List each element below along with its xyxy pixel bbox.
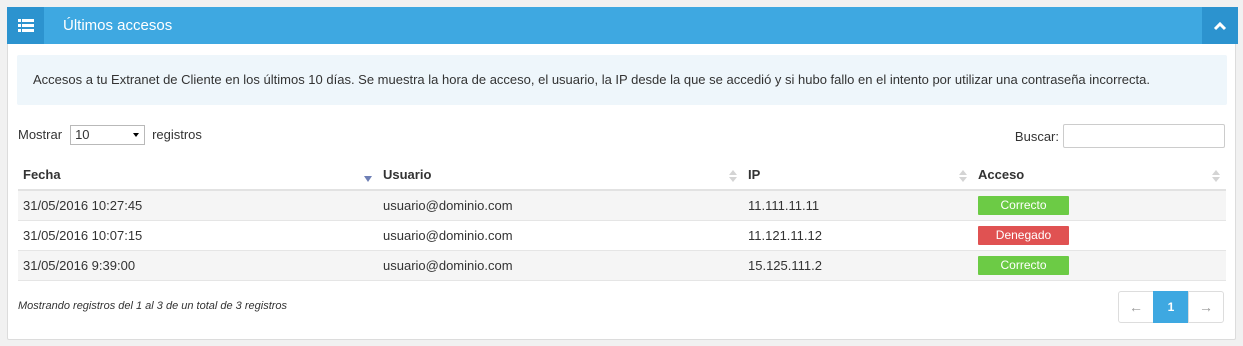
column-header-ip[interactable]: IP: [743, 160, 973, 191]
cell-ip: 15.125.111.2: [743, 250, 973, 281]
column-header-acceso[interactable]: Acceso: [973, 160, 1226, 191]
cell-fecha: 31/05/2016 10:07:15: [18, 220, 378, 251]
page-1-button[interactable]: 1: [1153, 291, 1189, 323]
cell-usuario: usuario@dominio.com: [378, 220, 743, 251]
cell-fecha: 31/05/2016 10:27:45: [18, 190, 378, 221]
cell-ip: 11.111.11.11: [743, 190, 973, 221]
chevron-up-icon: [1213, 21, 1227, 30]
column-header-usuario[interactable]: Usuario: [378, 160, 743, 191]
info-text: Accesos a tu Extranet de Cliente en los …: [17, 55, 1227, 105]
status-badge: Denegado: [978, 225, 1069, 245]
next-page-button[interactable]: →: [1188, 291, 1224, 323]
table-row: 31/05/2016 10:07:15 usuario@dominio.com …: [18, 220, 1226, 251]
access-table: Fecha Usuario IP Acceso 31/05/2016 10:27…: [18, 160, 1226, 281]
length-control: Mostrar 10 registros: [18, 125, 202, 145]
cell-fecha: 31/05/2016 9:39:00: [18, 250, 378, 281]
panel-title: Últimos accesos: [63, 17, 173, 34]
table-row: 31/05/2016 10:27:45 usuario@dominio.com …: [18, 190, 1226, 221]
dropdown-arrow-icon: [133, 133, 140, 137]
length-label-after: registros: [152, 127, 202, 142]
last-access-panel: Últimos accesos Accesos a tu Extranet de…: [7, 7, 1238, 340]
cell-acceso: Correcto: [973, 250, 1226, 281]
prev-page-button[interactable]: ←: [1118, 291, 1154, 323]
search-label: Buscar:: [1014, 128, 1059, 144]
column-header-fecha[interactable]: Fecha: [18, 160, 378, 191]
table-row: 31/05/2016 9:39:00 usuario@dominio.com 1…: [18, 250, 1226, 281]
panel-header: Últimos accesos: [7, 7, 1238, 44]
pagination: ← 1 →: [1118, 291, 1224, 323]
search-control: Buscar:: [1015, 124, 1225, 148]
cell-usuario: usuario@dominio.com: [378, 190, 743, 221]
length-label-before: Mostrar: [18, 127, 63, 142]
sort-both-icon: [1212, 170, 1220, 182]
status-badge: Correcto: [978, 255, 1069, 275]
cell-usuario: usuario@dominio.com: [378, 250, 743, 281]
records-per-page-value: 10: [75, 127, 90, 142]
search-input[interactable]: [1063, 124, 1225, 148]
cell-acceso: Denegado: [973, 220, 1226, 251]
status-badge: Correcto: [978, 195, 1069, 215]
sort-desc-icon: [364, 176, 372, 182]
list-icon: [7, 7, 44, 44]
records-per-page-select[interactable]: 10: [70, 125, 146, 145]
sort-both-icon: [959, 170, 967, 182]
table-info: Mostrando registros del 1 al 3 de un tot…: [18, 300, 288, 312]
cell-acceso: Correcto: [973, 190, 1226, 221]
collapse-button[interactable]: [1202, 7, 1238, 44]
cell-ip: 11.121.11.12: [743, 220, 973, 251]
sort-both-icon: [729, 170, 737, 182]
